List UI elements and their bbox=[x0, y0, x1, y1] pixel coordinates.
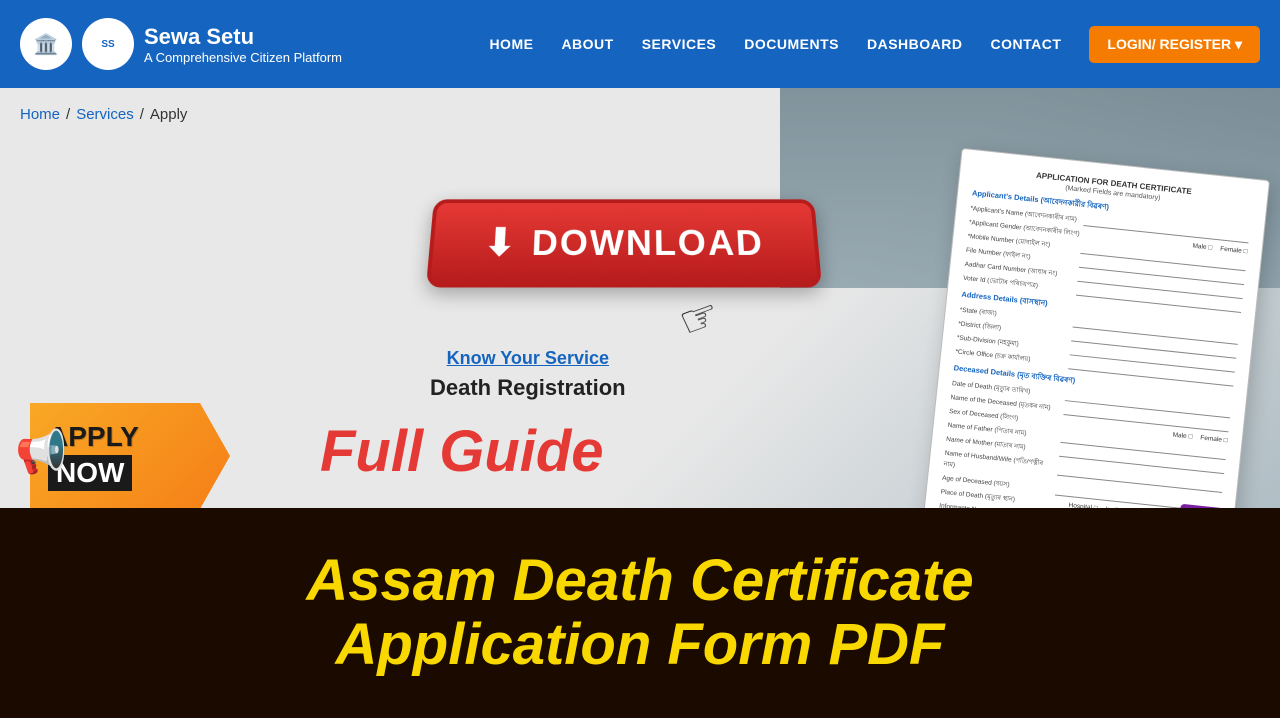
breadcrumb-sep1: / bbox=[66, 106, 70, 123]
bottom-line2: Application Form PDF bbox=[306, 613, 973, 677]
nav-documents[interactable]: DOCUMENTS bbox=[744, 36, 839, 52]
breadcrumb-home[interactable]: Home bbox=[20, 106, 60, 123]
logo-area: 🏛️ SS Sewa Setu A Comprehensive Citizen … bbox=[20, 18, 342, 70]
apply-text: APPLY bbox=[48, 421, 208, 453]
know-your-service: Know Your Service Death Registration bbox=[430, 348, 626, 401]
nav-about[interactable]: ABOUT bbox=[561, 36, 613, 52]
nav-contact[interactable]: CONTACT bbox=[991, 36, 1062, 52]
download-section: ⬇ DOWNLOAD bbox=[430, 198, 818, 287]
bottom-banner-text: Assam Death Certificate Application Form… bbox=[306, 549, 973, 677]
nav-links: HOME ABOUT SERVICES DOCUMENTS DASHBOARD … bbox=[489, 26, 1260, 63]
emblem-icon: 🏛️ bbox=[20, 18, 72, 70]
nav-dashboard[interactable]: DASHBOARD bbox=[867, 36, 963, 52]
cursor-icon: ☞ bbox=[672, 288, 727, 349]
download-button[interactable]: ⬇ DOWNLOAD bbox=[426, 199, 822, 287]
download-icon: ⬇ bbox=[483, 220, 519, 265]
login-register-button[interactable]: LOGIN/ REGISTER ▾ bbox=[1089, 26, 1260, 63]
bottom-line1: Assam Death Certificate bbox=[306, 549, 973, 613]
full-guide-text: Full Guide bbox=[320, 418, 604, 485]
content-upper: Home / Services / Apply ⬇ DOWNLOAD ☞ Kno… bbox=[0, 88, 1280, 508]
bottom-banner: Assam Death Certificate Application Form… bbox=[0, 508, 1280, 718]
brand-subtitle: A Comprehensive Citizen Platform bbox=[144, 50, 342, 65]
sewa-setu-logo: SS bbox=[82, 18, 134, 70]
brand-title: Sewa Setu bbox=[144, 24, 342, 50]
brand-text: Sewa Setu A Comprehensive Citizen Platfo… bbox=[144, 24, 342, 65]
nav-home[interactable]: HOME bbox=[489, 36, 533, 52]
download-label: DOWNLOAD bbox=[531, 222, 765, 264]
kys-title: Death Registration bbox=[430, 375, 626, 401]
megaphone-icon: 📢 bbox=[15, 428, 67, 477]
breadcrumb-services[interactable]: Services bbox=[76, 106, 134, 123]
form-preview: APPLICATION FOR DEATH CERTIFICATE (Marke… bbox=[920, 148, 1270, 508]
breadcrumb: Home / Services / Apply bbox=[20, 106, 187, 123]
main-area: Home / Services / Apply ⬇ DOWNLOAD ☞ Kno… bbox=[0, 88, 1280, 720]
breadcrumb-apply: Apply bbox=[150, 106, 188, 123]
navbar: 🏛️ SS Sewa Setu A Comprehensive Citizen … bbox=[0, 0, 1280, 88]
nav-services[interactable]: SERVICES bbox=[642, 36, 717, 52]
breadcrumb-sep2: / bbox=[140, 106, 144, 123]
kys-label: Know Your Service bbox=[430, 348, 626, 369]
